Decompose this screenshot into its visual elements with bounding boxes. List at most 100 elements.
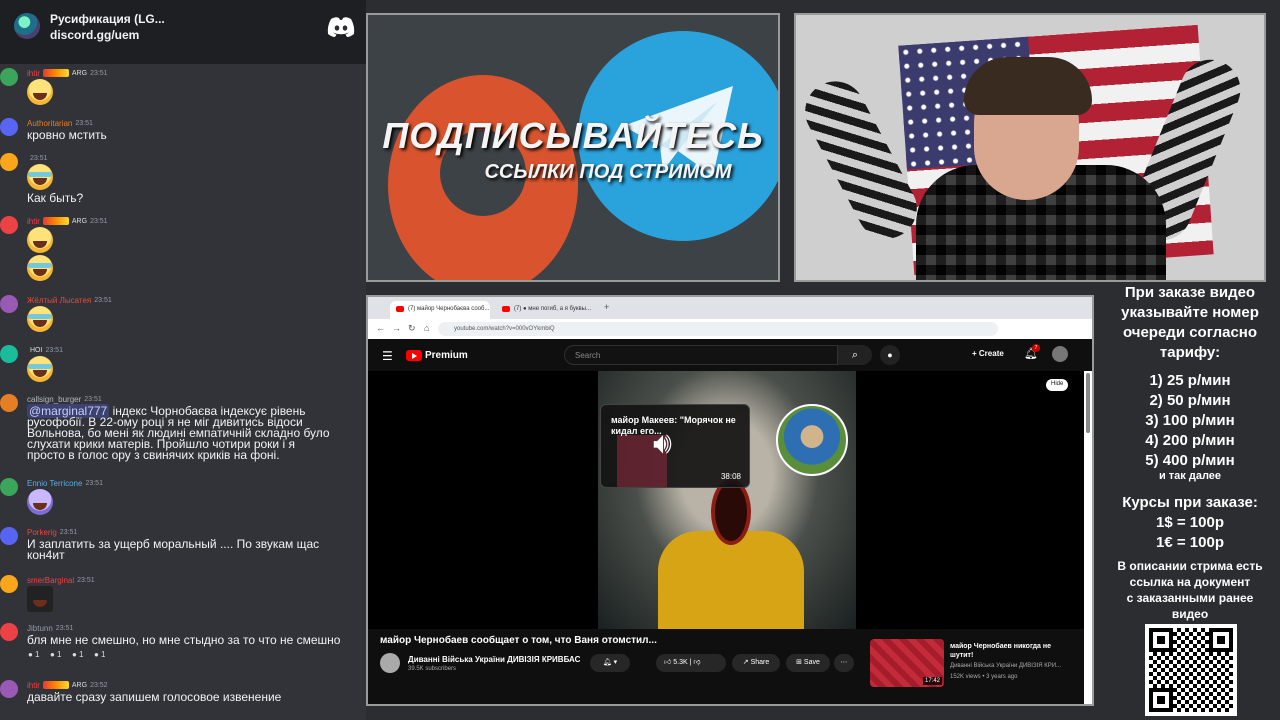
description-note-line: с заказанными ранее (1126, 591, 1254, 605)
avatar[interactable] (0, 118, 18, 136)
description-note-line: видео (1171, 607, 1209, 621)
timestamp: 23:51 (85, 479, 103, 487)
youtube-logo-icon[interactable] (406, 350, 422, 361)
search-icon[interactable]: ⌕ (838, 345, 872, 365)
create-button[interactable]: + Create (972, 349, 1004, 358)
rank-badge (42, 681, 69, 689)
username[interactable]: Жёлтый Лысатея (27, 296, 91, 305)
server-invite[interactable]: discord.gg/uem (50, 28, 139, 42)
timestamp: 23:51 (77, 576, 95, 584)
promo-subline: ССЫЛКИ ПОД СТРИМОМ (484, 161, 732, 183)
new-tab-icon[interactable]: + (604, 302, 609, 312)
tears-emoji (27, 255, 53, 281)
speaker-icon: 🔊︎ (653, 427, 672, 460)
message-header: 23:51 (27, 153, 48, 163)
reaction-chip[interactable]: ● 1 (28, 650, 40, 659)
channel-watermark[interactable] (776, 404, 848, 476)
suggested-video-thumbnail[interactable]: 17:42 (870, 639, 944, 687)
video-figure (658, 531, 804, 629)
notification-count: 7 (1032, 344, 1040, 352)
server-header: Русификация (LG... discord.gg/uem (0, 0, 366, 64)
server-name: Русификация (LG... (50, 12, 165, 26)
username[interactable]: ihtir (27, 217, 40, 226)
timestamp: 23:51 (84, 395, 102, 403)
tariff-line: 1) 25 р/мин (1149, 372, 1231, 389)
browser-tab-active[interactable]: (7) майор Чернобаєва сооб... (390, 301, 490, 319)
avatar[interactable] (0, 216, 18, 234)
url-input[interactable]: youtube.com/watch?v=000vOYkmbiQ (438, 322, 998, 336)
promo-banner: ПОДПИСЫВАЙТЕСЬ ССЫЛКИ ПОД СТРИМОМ (366, 13, 780, 282)
search-input[interactable]: Search (564, 345, 838, 365)
order-instruction-line: указывайте номер (1121, 304, 1259, 321)
username[interactable]: Authoritarian (27, 119, 72, 128)
save-label: Save (803, 659, 820, 666)
avatar[interactable] (0, 68, 18, 86)
timestamp: 23:51 (59, 528, 78, 536)
avatar[interactable] (0, 153, 18, 171)
cool-emoji (27, 489, 53, 515)
channel-avatar[interactable] (380, 653, 400, 673)
avatar[interactable] (0, 623, 18, 641)
mic-icon[interactable]: ● (880, 345, 900, 365)
message-header: ihtir ARG 23:51 (27, 216, 108, 226)
avatar[interactable] (0, 575, 18, 593)
more-actions-button[interactable]: ⋯ (834, 654, 854, 672)
reaction-chip[interactable]: ● 1 (72, 650, 84, 659)
username[interactable]: callsign_burger (27, 395, 81, 404)
share-label: Share (750, 659, 770, 666)
avatar[interactable] (0, 527, 18, 545)
home-icon[interactable]: ⌂ (424, 323, 429, 333)
timestamp: 23:51 (45, 346, 63, 354)
forward-icon[interactable]: → (392, 323, 401, 333)
username[interactable]: Porkerig (27, 528, 57, 537)
reaction-chip[interactable]: ● 1 (94, 650, 106, 659)
hamburger-icon[interactable]: ☰ (382, 349, 393, 363)
suggested-title[interactable]: майор Чернобаев никогда не шутит! (950, 642, 1060, 660)
avatar[interactable] (1052, 346, 1068, 362)
reload-icon[interactable]: ↻ (408, 323, 416, 334)
qr-code[interactable] (1145, 624, 1237, 716)
tears-emoji (27, 164, 53, 190)
username[interactable]: smerBarginal (27, 576, 74, 585)
hide-button[interactable]: Hide (1046, 379, 1069, 391)
like-button[interactable]: 👍︎ 5.3K | 👎︎ (656, 654, 726, 672)
scrollbar[interactable] (1084, 371, 1092, 704)
reaction-chip[interactable]: ● 1 (50, 650, 62, 659)
discord-icon (327, 17, 355, 37)
message-header: Authoritarian 23:51 (27, 118, 93, 128)
avatar[interactable] (0, 394, 18, 412)
message-text: давайте сразу запишем голосовое извенени… (27, 690, 282, 704)
channel-name[interactable]: Диванні Війська України ДИВІЗІЯ КРИВБАС (408, 655, 580, 664)
message-text: просто в голос ору з свинячих криків на … (27, 448, 280, 462)
preview-card[interactable]: майор Макеев: "Морячок не кидал его... 🔊… (600, 404, 750, 488)
avatar[interactable] (0, 478, 18, 496)
suggested-views: 152K views • 3 years ago (950, 674, 1018, 680)
qr-finder (1149, 628, 1173, 652)
browser-tab[interactable]: (7) ● мне погиб, а я буквы... (496, 301, 596, 319)
rate-line: 1€ = 100р (1156, 534, 1224, 551)
message-header: callsign_burger 23:51 (27, 394, 102, 404)
discord-chat-panel: Русификация (LG... discord.gg/uem ihtir A… (0, 0, 366, 720)
avatar[interactable] (0, 345, 18, 363)
video-player[interactable]: Hide майор Макеев: "Морячок не кидал его… (368, 371, 1084, 629)
username[interactable]: Ennio Terricone (27, 479, 82, 488)
message-header: Ennio Terricone 23:51 (27, 478, 103, 488)
subscribe-bell-button[interactable]: 🔔︎ ▾ (590, 654, 630, 672)
tears-emoji (27, 306, 53, 332)
video-title: майор Чернобаев сообщает о том, что Ваня… (380, 635, 657, 646)
username[interactable]: ihtir (27, 69, 40, 78)
promo-headline: ПОДПИСЫВАЙТЕСЬ (382, 115, 764, 156)
tariff-line: 4) 200 р/мин (1145, 432, 1235, 449)
message-header: smerBarginal 23:51 (27, 575, 95, 585)
avatar[interactable] (0, 295, 18, 313)
username[interactable]: ihtir (27, 681, 40, 690)
tariff-line: 3) 100 р/мин (1145, 412, 1235, 429)
timestamp: 23:51 (75, 119, 93, 127)
order-instruction-line: очереди согласно (1122, 324, 1258, 341)
back-icon[interactable]: ← (376, 323, 385, 333)
username[interactable]: Jibtunn (27, 624, 53, 633)
avatar[interactable] (0, 680, 18, 698)
share-button[interactable]: ↗ Share (732, 654, 780, 672)
save-button[interactable]: ⊞ Save (786, 654, 830, 672)
message-text: И заплатить за ущерб моральный .... По з… (27, 537, 320, 551)
